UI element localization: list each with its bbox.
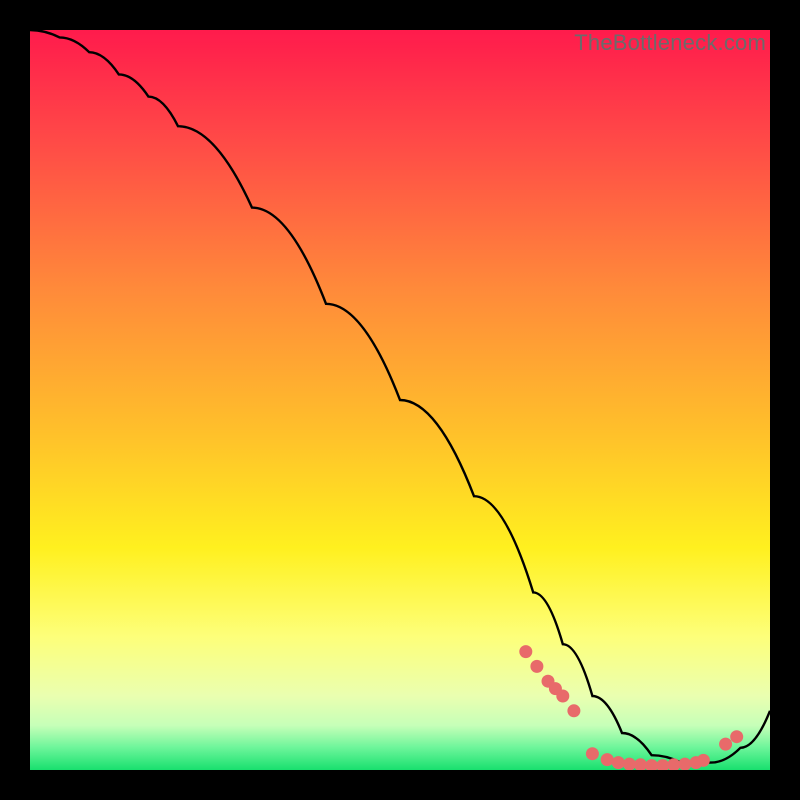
chart-area — [30, 30, 770, 770]
attribution-watermark: TheBottleneck.com — [574, 30, 766, 56]
